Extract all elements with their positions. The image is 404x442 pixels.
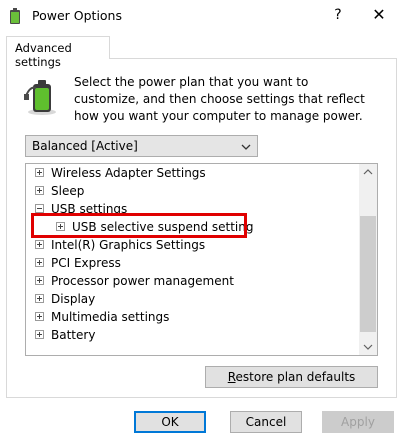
- scroll-up-icon[interactable]: [359, 164, 377, 181]
- tree-item-pci-express[interactable]: PCI Express: [35, 254, 121, 272]
- close-button[interactable]: ✕: [366, 3, 392, 27]
- restore-label: estore plan defaults: [235, 370, 356, 384]
- tree-item-label: USB settings: [51, 202, 128, 216]
- tree-item-wireless-adapter-settings[interactable]: Wireless Adapter Settings: [35, 164, 206, 182]
- expand-icon[interactable]: [35, 294, 44, 303]
- ok-button[interactable]: OK: [134, 411, 206, 433]
- tree-item-label: PCI Express: [51, 256, 121, 270]
- description-text: Select the power plan that you want to c…: [74, 75, 365, 123]
- scroll-down-icon[interactable]: [359, 338, 377, 355]
- tree-scrollbar[interactable]: [359, 164, 377, 355]
- tree-item-label: Display: [51, 292, 96, 306]
- apply-button[interactable]: Apply: [322, 411, 394, 433]
- expand-icon[interactable]: [35, 312, 44, 321]
- tree-item-processor-power-management[interactable]: Processor power management: [35, 272, 234, 290]
- tree-item-battery[interactable]: Battery: [35, 326, 95, 344]
- tree-item-display[interactable]: Display: [35, 290, 95, 308]
- chevron-down-icon: [241, 144, 251, 150]
- tree-item-label: Wireless Adapter Settings: [51, 166, 206, 180]
- close-icon: ✕: [372, 5, 386, 24]
- tree-item-label: Processor power management: [51, 274, 234, 288]
- expand-icon[interactable]: [35, 186, 44, 195]
- power-options-icon: [10, 8, 20, 24]
- tree-item-intel-graphics-settings[interactable]: Intel(R) Graphics Settings: [35, 236, 205, 254]
- cancel-button[interactable]: Cancel: [230, 411, 302, 433]
- expand-icon[interactable]: [35, 276, 44, 285]
- tree-item-usb-settings[interactable]: USB settings: [35, 200, 127, 218]
- tree-item-multimedia-settings[interactable]: Multimedia settings: [35, 308, 169, 326]
- tab-advanced-settings[interactable]: Advanced settings: [6, 36, 110, 69]
- tree-item-label: Sleep: [51, 184, 85, 198]
- restore-plan-defaults-button[interactable]: Restore plan defaults: [205, 366, 378, 388]
- plan-select[interactable]: Balanced [Active]: [25, 135, 258, 157]
- battery-icon: [24, 80, 56, 115]
- tree-item-label: Intel(R) Graphics Settings: [51, 238, 206, 252]
- expand-icon[interactable]: [35, 330, 44, 339]
- tree-item-label: Multimedia settings: [51, 310, 170, 324]
- scroll-thumb[interactable]: [360, 216, 376, 332]
- help-button[interactable]: ?: [328, 4, 348, 26]
- expand-icon[interactable]: [56, 222, 65, 231]
- tree-item-sleep[interactable]: Sleep: [35, 182, 84, 200]
- settings-tree[interactable]: Wireless Adapter Settings Sleep USB sett…: [25, 163, 378, 356]
- tree-item-label: Battery: [51, 328, 96, 342]
- plan-select-value: Balanced [Active]: [32, 139, 138, 153]
- expand-icon[interactable]: [35, 168, 44, 177]
- title-bar: Power Options ? ✕: [0, 0, 404, 33]
- tab-label: Advanced settings: [15, 41, 72, 69]
- window-title: Power Options: [32, 8, 122, 23]
- tree-item-label: USB selective suspend setting: [72, 220, 254, 234]
- tree-item-usb-selective-suspend[interactable]: USB selective suspend setting: [56, 218, 253, 236]
- expand-icon[interactable]: [35, 240, 44, 249]
- restore-accelerator: R: [227, 370, 236, 384]
- collapse-icon[interactable]: [35, 204, 44, 213]
- expand-icon[interactable]: [35, 258, 44, 267]
